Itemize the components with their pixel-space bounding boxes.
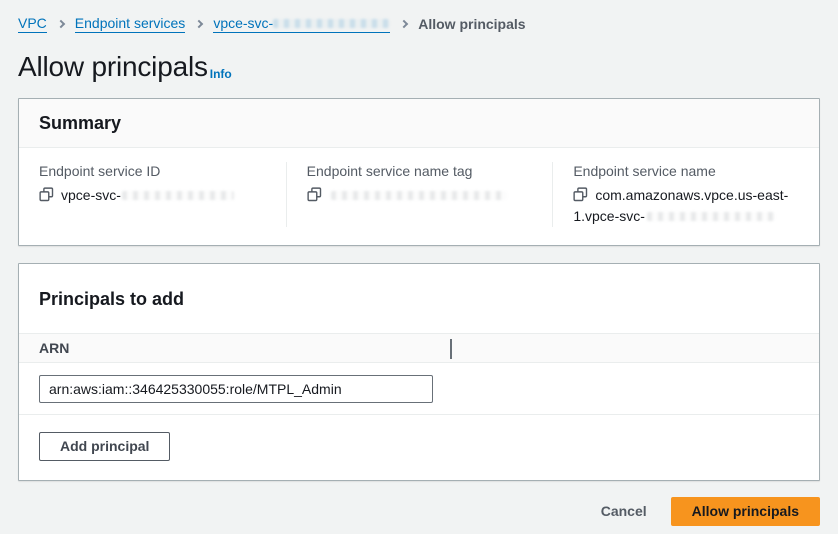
breadcrumb-current: Allow principals: [418, 16, 525, 32]
summary-field-endpoint-service-id: Endpoint service ID vpce-svc-: [19, 162, 286, 227]
column-header-arn: ARN: [39, 340, 69, 356]
summary-columns: Endpoint service ID vpce-svc- Endpoint s…: [19, 148, 819, 245]
summary-card: Summary Endpoint service ID vpce-svc- En…: [18, 98, 820, 246]
add-principal-button[interactable]: Add principal: [39, 432, 170, 461]
allow-principals-button[interactable]: Allow principals: [671, 497, 820, 526]
summary-field-endpoint-service-name-tag: Endpoint service name tag: [286, 162, 553, 227]
field-value: vpce-svc-: [39, 185, 270, 206]
info-link[interactable]: Info: [210, 67, 232, 84]
summary-field-endpoint-service-name: Endpoint service name com.amazonaws.vpce…: [552, 162, 819, 227]
summary-card-header: Summary: [19, 99, 819, 148]
redacted-text: [122, 191, 234, 200]
add-principal-row: Add principal: [19, 415, 819, 480]
chevron-right-icon: [57, 20, 65, 28]
endpoint-service-id-value: vpce-svc-: [61, 187, 121, 203]
title-row: Allow principals Info: [18, 50, 820, 84]
field-value: com.amazonaws.vpce.us-east-1.vpce-svc-: [573, 185, 791, 227]
breadcrumb-endpoint-services[interactable]: Endpoint services: [75, 15, 186, 33]
principals-card-title: Principals to add: [39, 289, 799, 310]
field-label: Endpoint service name: [573, 162, 803, 180]
breadcrumb-vpc[interactable]: VPC: [18, 15, 47, 33]
copy-icon[interactable]: [39, 187, 54, 202]
table-header-row: ARN: [19, 333, 819, 363]
page-title: Allow principals: [18, 50, 208, 84]
field-value: [307, 185, 537, 206]
chevron-right-icon: [400, 20, 408, 28]
cancel-button[interactable]: Cancel: [601, 498, 647, 525]
principals-card: Principals to add ARN Add principal: [18, 263, 820, 481]
redacted-text: [331, 191, 507, 200]
column-resize-handle[interactable]: [450, 339, 452, 359]
page: VPC Endpoint services vpce-svc- Allow pr…: [0, 0, 838, 526]
arn-input-row: [19, 363, 819, 415]
redacted-text: [273, 19, 390, 28]
breadcrumb: VPC Endpoint services vpce-svc- Allow pr…: [18, 14, 820, 34]
redacted-text: [647, 212, 775, 221]
field-label: Endpoint service ID: [39, 162, 270, 180]
breadcrumb-endpoint-service-id[interactable]: vpce-svc-: [213, 15, 390, 33]
summary-card-title: Summary: [39, 113, 799, 134]
copy-icon[interactable]: [573, 187, 588, 202]
arn-input[interactable]: [39, 375, 433, 403]
chevron-right-icon: [195, 20, 203, 28]
footer-actions: Cancel Allow principals: [18, 497, 820, 526]
principals-card-header: Principals to add: [19, 264, 819, 333]
field-label: Endpoint service name tag: [307, 162, 537, 180]
copy-icon[interactable]: [307, 187, 322, 202]
breadcrumb-endpoint-service-id-label: vpce-svc-: [213, 15, 273, 31]
